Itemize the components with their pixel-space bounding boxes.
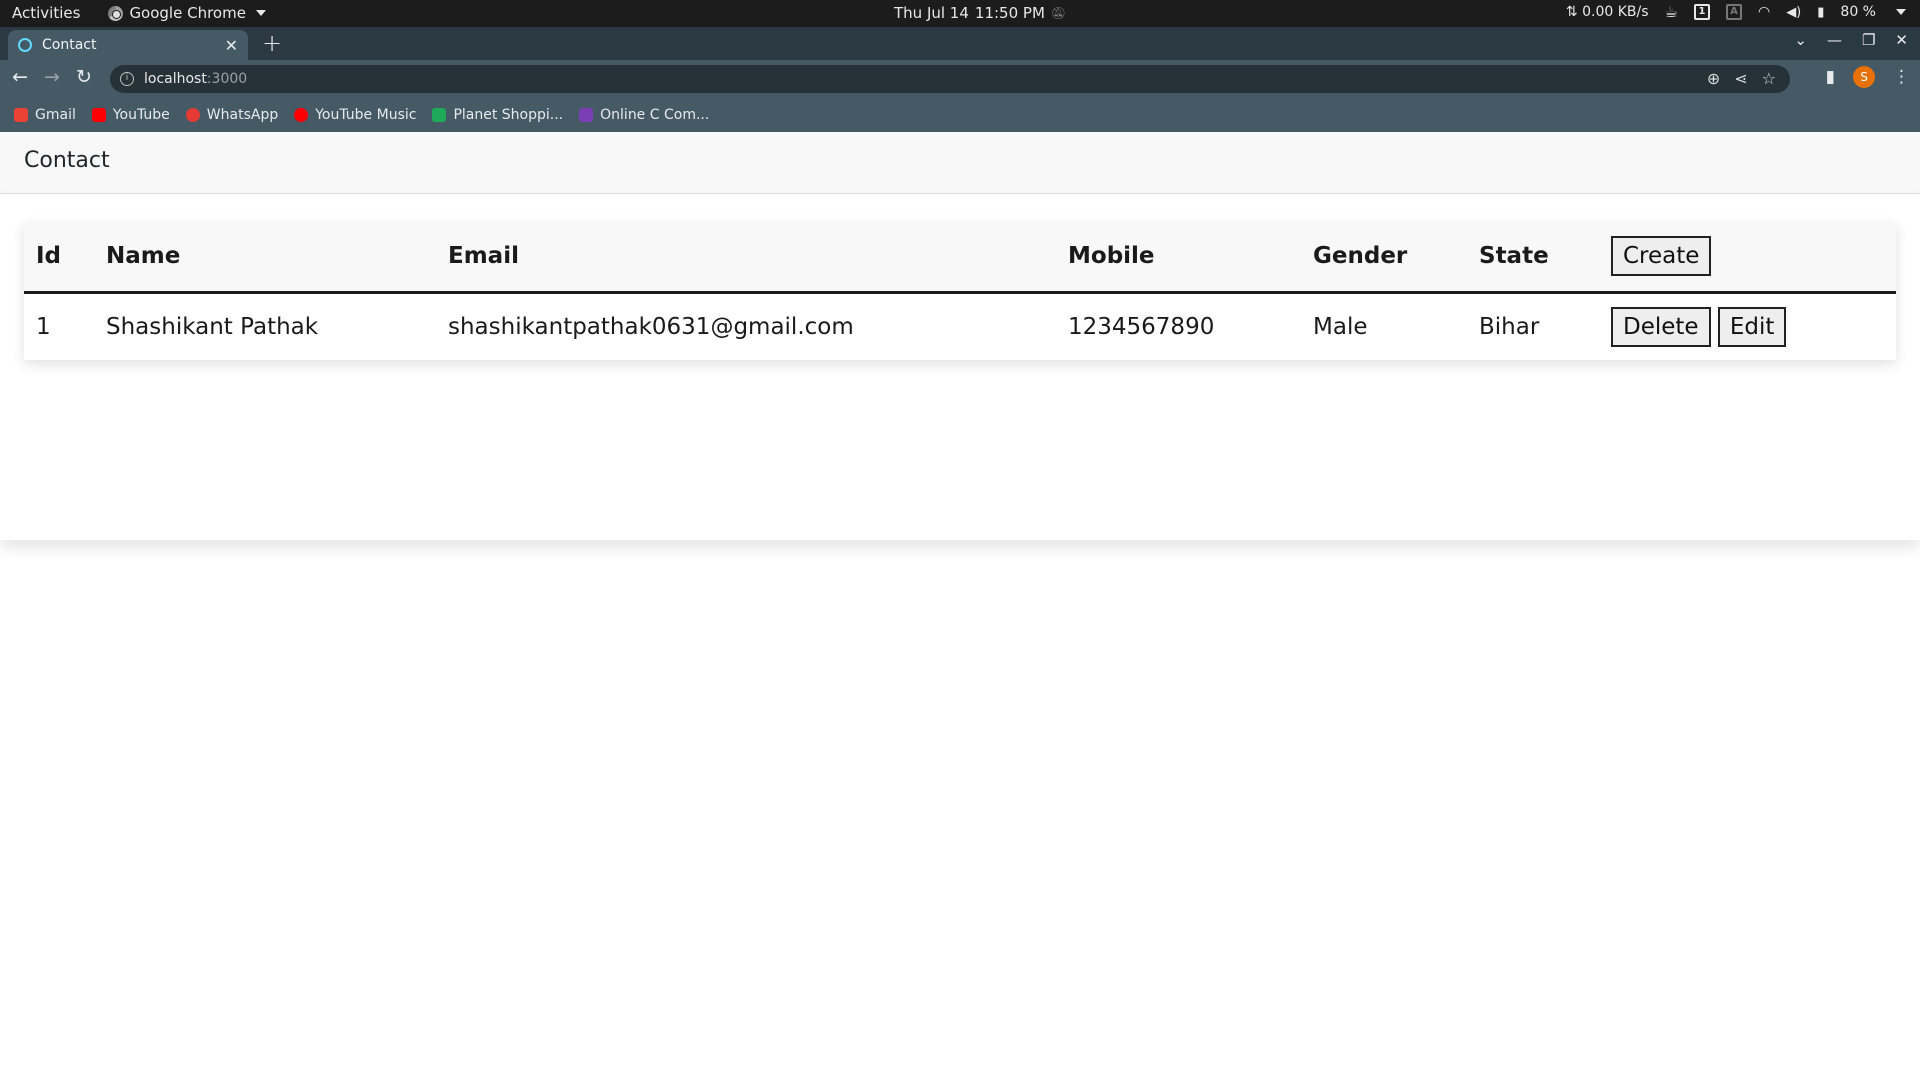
bookmark-youtube[interactable]: YouTube — [91, 107, 170, 123]
volume-icon[interactable]: ◀) — [1786, 5, 1801, 20]
input-method-icon[interactable]: A — [1725, 4, 1742, 20]
bookmark-label: YouTube Music — [315, 107, 417, 123]
content-container: Id Name Email Mobile Gender State Create… — [0, 194, 1920, 540]
edit-button[interactable]: Edit — [1717, 306, 1787, 347]
contacts-table: Id Name Email Mobile Gender State Create… — [24, 222, 1896, 360]
back-button[interactable]: ← — [12, 66, 28, 88]
bookmark-planet-shopping[interactable]: Planet Shoppi... — [432, 107, 563, 123]
bookmark-label: Planet Shoppi... — [453, 107, 564, 123]
bookmark-gmail[interactable]: Gmail — [14, 107, 76, 123]
tab-contact[interactable]: Contact ✕ — [8, 30, 248, 60]
cell-id: 1 — [36, 313, 51, 340]
side-panel-icon[interactable]: ▮ — [1826, 67, 1835, 87]
clock-date: Thu Jul 14 — [894, 4, 969, 22]
create-button[interactable]: Create — [1611, 236, 1712, 277]
whatsapp-icon — [185, 108, 200, 122]
cell-actions: Delete Edit — [1599, 292, 1896, 360]
activities-button[interactable]: Activities — [12, 4, 80, 22]
navbar-brand[interactable]: Contact — [24, 148, 110, 173]
app-menu[interactable]: Google Chrome — [108, 4, 266, 22]
chrome-logo-icon — [108, 5, 124, 21]
browser-toolbar: ← → ↻ i localhost :3000 ⊕ ⋖ ☆ ▮ S ⋮ — [0, 60, 1920, 98]
react-favicon-icon — [18, 38, 32, 52]
tab-strip: Contact ✕ + ⌄ — ❐ ✕ — [0, 27, 1920, 60]
power-menu-icon[interactable] — [1896, 9, 1906, 15]
header-gender: Gender — [1313, 243, 1408, 270]
battery-icon[interactable]: ▮ — [1817, 5, 1824, 20]
page-viewport: Contact Id Name Email Mobile Gender Stat… — [0, 132, 1920, 1080]
app-menu-label: Google Chrome — [129, 4, 246, 22]
header-mobile: Mobile — [1068, 243, 1155, 270]
bookmark-whatsapp[interactable]: WhatsApp — [185, 107, 279, 123]
header-actions: Create — [1599, 222, 1896, 292]
tray-app-icon[interactable]: ☕︎ — [1665, 3, 1678, 21]
online-compiler-icon — [579, 108, 594, 122]
bookmark-online-c-compiler[interactable]: Online C Com... — [579, 107, 709, 123]
table-header-row: Id Name Email Mobile Gender State Create — [24, 222, 1896, 292]
profile-avatar[interactable]: S — [1853, 66, 1875, 88]
forward-button[interactable]: → — [44, 66, 60, 88]
bookmark-label: YouTube — [112, 107, 170, 123]
delete-button[interactable]: Delete — [1611, 306, 1711, 347]
contacts-card: Id Name Email Mobile Gender State Create… — [24, 222, 1896, 360]
minimize-button[interactable]: — — [1827, 31, 1842, 49]
cell-name: Shashikant Pathak — [106, 313, 319, 340]
bookmark-label: Gmail — [35, 107, 76, 123]
bookmarks-bar: Gmail YouTube WhatsApp YouTube Music Pla… — [0, 98, 1920, 132]
planet-shopping-icon — [432, 108, 447, 122]
youtube-icon — [91, 108, 106, 122]
url-port: :3000 — [206, 71, 248, 87]
header-id: Id — [36, 243, 62, 270]
close-tab-icon[interactable]: ✕ — [225, 36, 238, 55]
dnd-off-icon: 🔕︎ — [1050, 6, 1067, 20]
zoom-icon[interactable]: ⊕ — [1707, 69, 1720, 88]
close-window-button[interactable]: ✕ — [1895, 31, 1908, 49]
app-navbar: Contact — [0, 132, 1920, 194]
restore-button[interactable]: ❐ — [1862, 31, 1875, 49]
tray-indicator-icon[interactable]: 1 — [1693, 4, 1710, 20]
gmail-icon — [14, 108, 28, 122]
url-host: localhost — [144, 71, 207, 87]
reload-button[interactable]: ↻ — [76, 66, 92, 88]
system-top-bar: Activities Google Chrome Thu Jul 14 11:5… — [0, 0, 1920, 27]
clock[interactable]: Thu Jul 14 11:50 PM 🔕︎ — [894, 4, 1066, 22]
cell-gender: Male — [1313, 313, 1368, 340]
table-row: 1 Shashikant Pathak shashikantpathak0631… — [24, 292, 1896, 360]
wifi-icon[interactable]: ◠ — [1758, 4, 1770, 20]
clock-time: 11:50 PM — [974, 4, 1045, 22]
menu-kebab-icon[interactable]: ⋮ — [1893, 67, 1910, 87]
header-state: State — [1479, 243, 1549, 270]
site-info-icon[interactable]: i — [120, 72, 134, 86]
youtube-music-icon — [294, 108, 309, 122]
header-name: Name — [106, 243, 181, 270]
battery-level: 80 % — [1840, 4, 1876, 20]
cell-mobile: 1234567890 — [1068, 313, 1215, 340]
new-tab-button[interactable]: + — [262, 29, 282, 57]
bookmark-youtube-music[interactable]: YouTube Music — [294, 107, 416, 123]
tab-title: Contact — [42, 37, 97, 53]
share-icon[interactable]: ⋖ — [1734, 69, 1747, 88]
cell-email: shashikantpathak0631@gmail.com — [448, 313, 854, 340]
cell-state: Bihar — [1479, 313, 1540, 340]
header-email: Email — [448, 243, 519, 270]
address-bar[interactable]: i localhost :3000 ⊕ ⋖ ☆ — [110, 65, 1790, 93]
tab-search-icon[interactable]: ⌄ — [1794, 31, 1807, 49]
bookmark-label: WhatsApp — [206, 107, 279, 123]
bookmark-label: Online C Com... — [600, 107, 710, 123]
chevron-down-icon — [255, 10, 266, 16]
network-speed: ⇅ 0.00 KB/s — [1565, 4, 1649, 20]
bookmark-star-icon[interactable]: ☆ — [1762, 69, 1776, 88]
